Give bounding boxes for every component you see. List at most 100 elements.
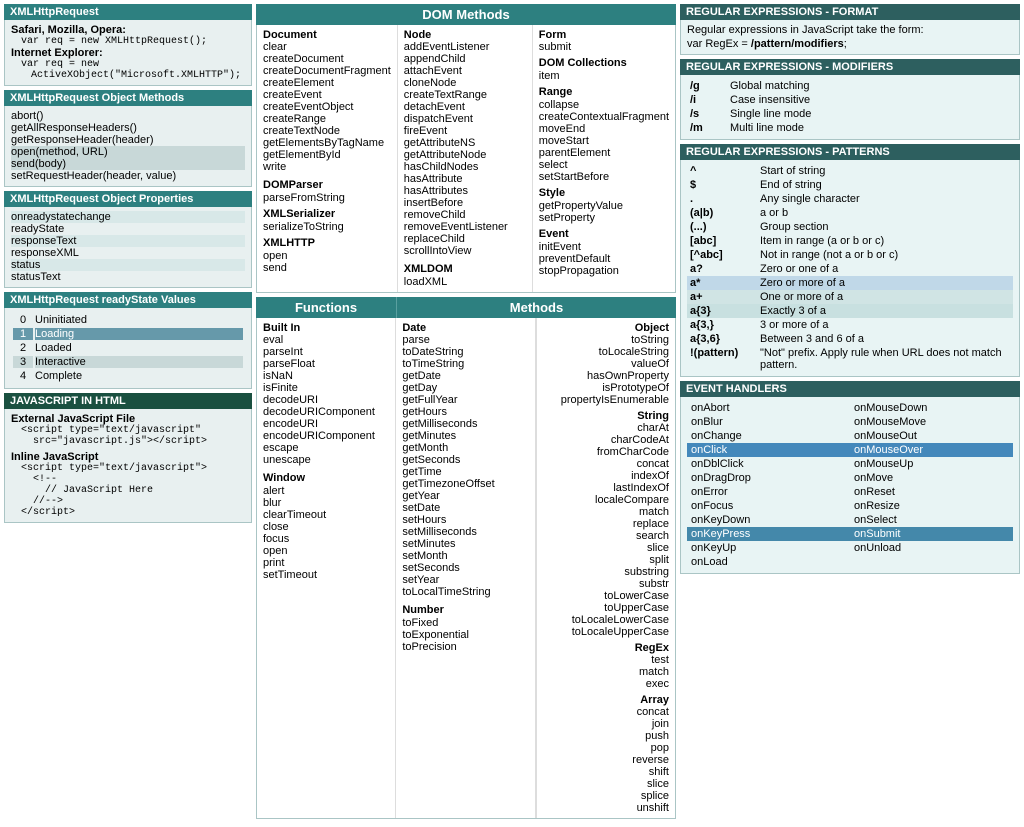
list-item: getResponseHeader(header) <box>11 134 245 146</box>
number-header: Number <box>402 604 528 616</box>
list-item: toDateString <box>402 346 528 358</box>
pattern-desc: Zero or one of a <box>757 262 1013 276</box>
pattern-sym: !(pattern) <box>687 346 757 372</box>
regex-pat-row: a{3,}3 or more of a <box>687 318 1013 332</box>
regex-patterns-content: ^Start of string$End of string.Any singl… <box>680 160 1020 377</box>
list-item: parseInt <box>263 346 389 358</box>
list-item: serializeToString <box>263 221 391 233</box>
list-item: getDay <box>402 382 528 394</box>
event-row: onAbortonMouseDown <box>687 401 1013 415</box>
regex-pat-row: ^Start of string <box>687 164 1013 178</box>
list-item: getDate <box>402 370 528 382</box>
event-col2: onResize <box>850 499 1013 513</box>
regex-pat-row: [^abc]Not in range (not a or b or c) <box>687 248 1013 262</box>
regex-mod-row: /mMulti line mode <box>687 121 1013 135</box>
pattern-desc: "Not" prefix. Apply rule when URL does n… <box>757 346 1013 372</box>
list-item: toLocaleUpperCase <box>543 626 669 638</box>
event-col1: onFocus <box>687 499 850 513</box>
pattern-sym: a+ <box>687 290 757 304</box>
xmlhttp-header: XMLHTTP <box>263 237 391 249</box>
list-item: alert <box>263 485 389 497</box>
list-item: select <box>539 159 669 171</box>
list-item: getElementById <box>263 149 391 161</box>
list-item: encodeURI <box>263 418 389 430</box>
style-header: Style <box>539 187 669 199</box>
regex-sym: /g <box>687 79 727 93</box>
list-item: lastIndexOf <box>543 482 669 494</box>
list-item: removeEventListener <box>404 221 526 233</box>
list-item: isFinite <box>263 382 389 394</box>
event-row: onErroronReset <box>687 485 1013 499</box>
regex-pat-row: (a|b)a or b <box>687 206 1013 220</box>
window-header: Window <box>263 472 389 484</box>
event-col2: onReset <box>850 485 1013 499</box>
list-item: removeChild <box>404 209 526 221</box>
list-item: createTextNode <box>263 125 391 137</box>
regex-format-content: Regular expressions in JavaScript take t… <box>680 20 1020 55</box>
list-item: item <box>539 70 669 82</box>
list-item: focus <box>263 533 389 545</box>
pattern-sym: (...) <box>687 220 757 234</box>
pattern-desc: One or more of a <box>757 290 1013 304</box>
list-item: write <box>263 161 391 173</box>
list-item: replaceChild <box>404 233 526 245</box>
list-item: unescape <box>263 454 389 466</box>
list-item: substr <box>543 578 669 590</box>
object-properties-header: XMLHttpRequest Object Properties <box>4 191 252 207</box>
external-code: <script type="text/javascript" src="java… <box>21 425 245 447</box>
list-item: parseFloat <box>263 358 389 370</box>
list-item: setProperty <box>539 212 669 224</box>
list-item: createContextualFragment <box>539 111 669 123</box>
list-item: match <box>543 506 669 518</box>
list-item: pop <box>543 742 669 754</box>
readystate-row: 0Uninitiated <box>13 314 243 326</box>
event-col2: onSubmit <box>850 527 1013 541</box>
list-item: hasChildNodes <box>404 161 526 173</box>
regex-sym: /m <box>687 121 727 135</box>
dom-collections-header: DOM Collections <box>539 57 669 69</box>
event-row: onKeyDownonSelect <box>687 513 1013 527</box>
list-item: send <box>263 262 391 274</box>
list-item: isNaN <box>263 370 389 382</box>
pattern-sym: (a|b) <box>687 206 757 220</box>
column-3: REGULAR EXPRESSIONS - FORMAT Regular exp… <box>680 4 1020 823</box>
regex-format-header: REGULAR EXPRESSIONS - FORMAT <box>680 4 1020 20</box>
readystate-section: XMLHttpRequest readyState Values 0Uninit… <box>4 292 252 389</box>
list-item: createEventObject <box>263 101 391 113</box>
list-item: toTimeString <box>402 358 528 370</box>
list-item: slice <box>543 542 669 554</box>
event-col2: onMouseOut <box>850 429 1013 443</box>
list-item: createTextRange <box>404 89 526 101</box>
regex-sym: /s <box>687 107 727 121</box>
event-col1: onBlur <box>687 415 850 429</box>
event-col1: onChange <box>687 429 850 443</box>
event-col2: onMouseOver <box>850 443 1013 457</box>
regex-desc: Multi line mode <box>727 121 1013 135</box>
list-item: escape <box>263 442 389 454</box>
event-col2: onMouseDown <box>850 401 1013 415</box>
list-item: parse <box>402 334 528 346</box>
list-item: toUpperCase <box>543 602 669 614</box>
inline-code: <script type="text/javascript"> <!-- // … <box>21 463 245 518</box>
func-methods-header: FunctionsMethods <box>256 297 676 318</box>
pattern-desc: Not in range (not a or b or c) <box>757 248 1013 262</box>
ie-code2: ActiveXObject("Microsoft.XMLHTTP"); <box>31 70 245 81</box>
readystate-val: 1 <box>13 328 33 340</box>
dom-methods-header: DOM Methods <box>256 4 676 25</box>
ie-code1: var req = new <box>21 59 245 70</box>
list-item: setSeconds <box>402 562 528 574</box>
list-item: propertyIsEnumerable <box>543 394 669 406</box>
list-item: toExponential <box>402 629 528 641</box>
list-item: createDocumentFragment <box>263 65 391 77</box>
event-col1: onKeyPress <box>687 527 850 541</box>
list-item: hasAttribute <box>404 173 526 185</box>
regex-modifiers-content: /gGlobal matching/iCase insensitive/sSin… <box>680 75 1020 140</box>
list-item: createDocument <box>263 53 391 65</box>
list-item: onreadystatechange <box>11 211 245 223</box>
list-item: decodeURI <box>263 394 389 406</box>
event-col1: onKeyUp <box>687 541 850 555</box>
xmlhttprequest-content: Safari, Mozilla, Opera: var req = new XM… <box>4 20 252 86</box>
list-item: createRange <box>263 113 391 125</box>
js-in-html-content: External JavaScript File <script type="t… <box>4 409 252 523</box>
list-item: charAt <box>543 422 669 434</box>
